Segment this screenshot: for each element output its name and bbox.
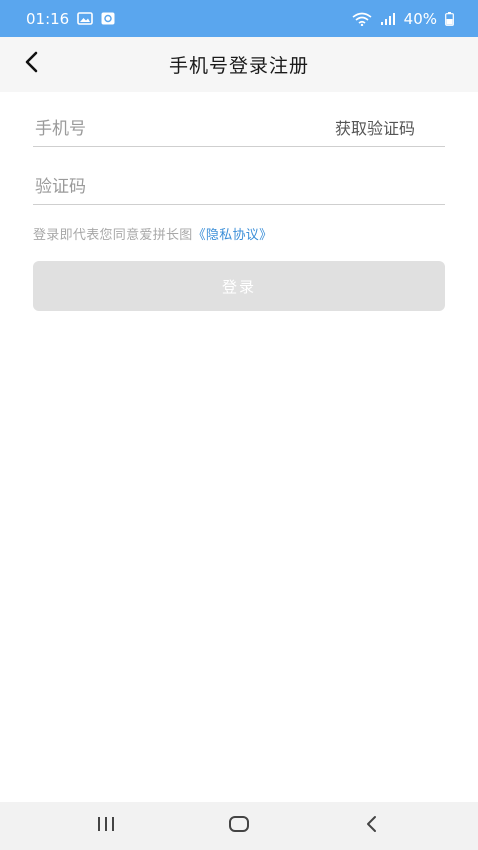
code-row xyxy=(33,147,445,205)
battery-percent: 40% xyxy=(403,9,437,28)
system-back-button[interactable] xyxy=(342,806,402,846)
status-time: 01:16 xyxy=(26,9,70,28)
battery-icon xyxy=(445,11,454,26)
phone-row: 获取验证码 xyxy=(33,92,445,147)
privacy-link[interactable]: 《隐私协议》 xyxy=(193,228,273,243)
login-form: 获取验证码 登录即代表您同意爱拼长图《隐私协议》 登录 xyxy=(33,92,445,311)
home-icon xyxy=(228,815,250,837)
recent-apps-icon xyxy=(96,816,116,836)
system-nav-bar xyxy=(0,802,478,850)
wifi-icon xyxy=(352,12,372,26)
login-button[interactable]: 登录 xyxy=(33,261,445,311)
header: 手机号登录注册 xyxy=(0,37,478,92)
chevron-left-icon xyxy=(23,51,39,77)
phone-input[interactable] xyxy=(33,119,335,139)
recent-apps-button[interactable] xyxy=(76,806,136,846)
back-icon xyxy=(365,815,379,837)
status-left: 01:16 xyxy=(26,10,115,28)
home-button[interactable] xyxy=(209,806,269,846)
back-button[interactable] xyxy=(14,47,48,81)
signal-icon xyxy=(380,12,396,25)
status-bar: 01:16 40% xyxy=(0,0,478,37)
notification-icon xyxy=(101,12,115,25)
page-title: 手机号登录注册 xyxy=(168,55,309,77)
gallery-icon xyxy=(77,12,94,25)
status-right: 40% xyxy=(352,10,454,28)
get-code-button[interactable]: 获取验证码 xyxy=(335,115,445,139)
agreement-text: 登录即代表您同意爱拼长图《隐私协议》 xyxy=(33,224,445,243)
code-input[interactable] xyxy=(33,177,445,197)
agreement-prefix: 登录即代表您同意爱拼长图 xyxy=(33,228,193,243)
